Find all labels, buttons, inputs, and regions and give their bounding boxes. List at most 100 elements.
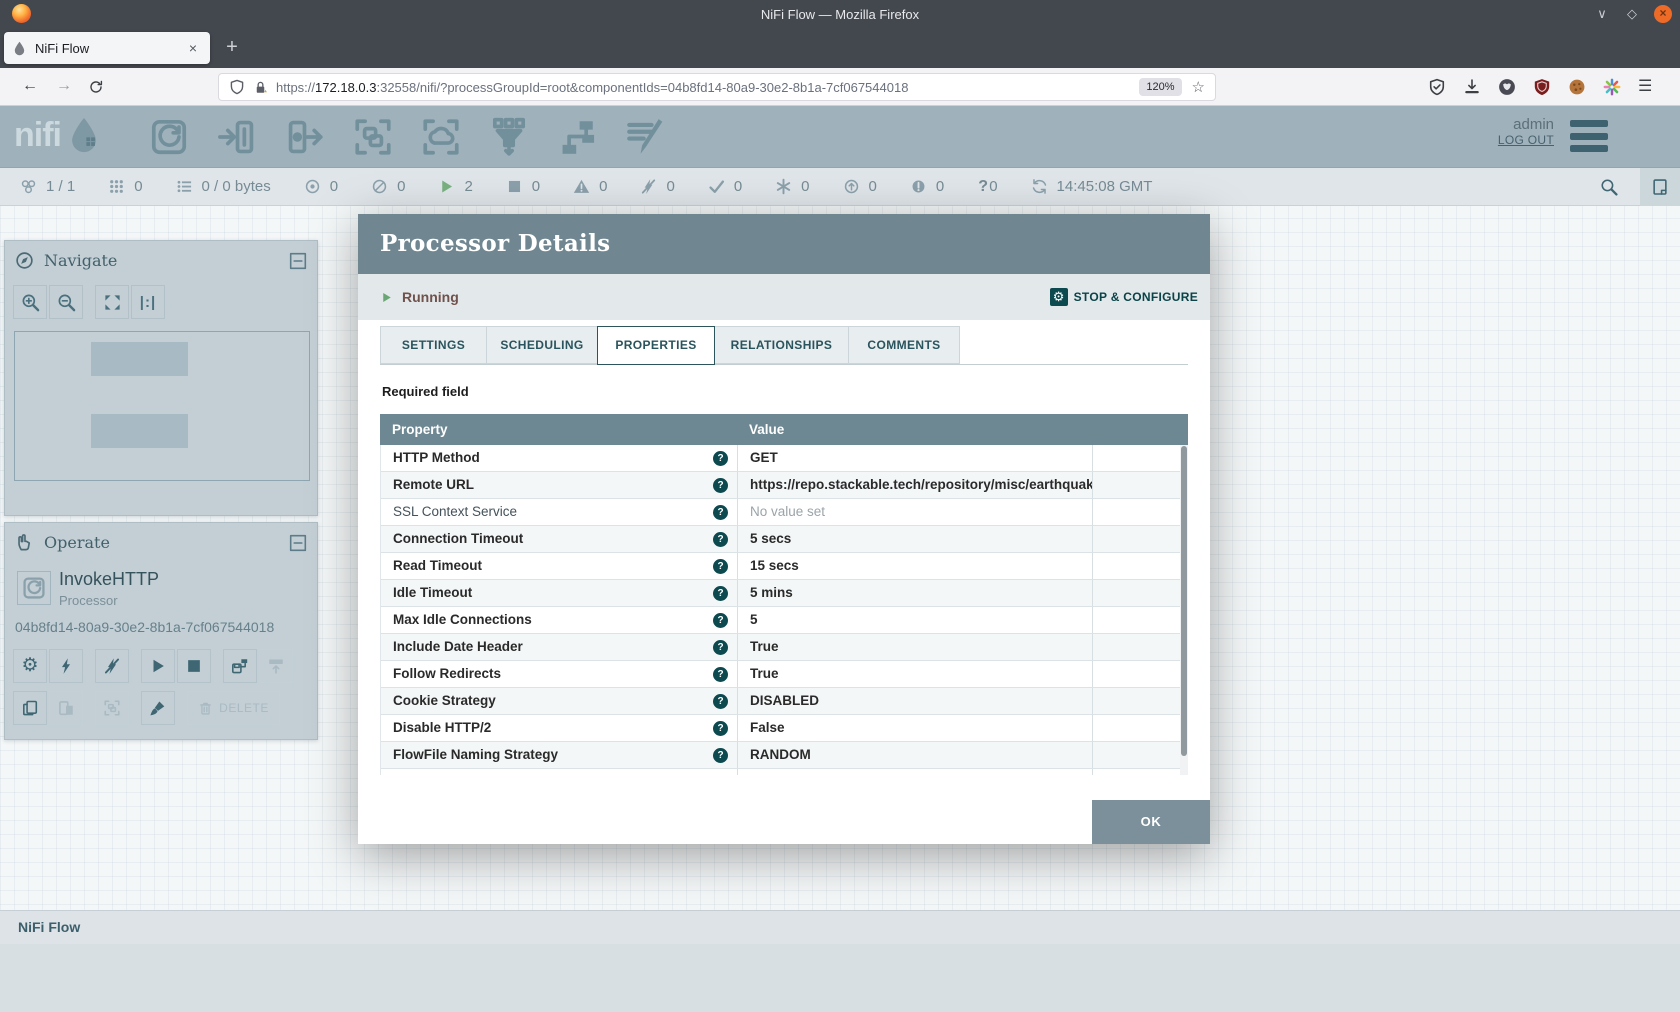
help-icon[interactable]: ? (713, 748, 728, 763)
running-icon (438, 178, 455, 195)
processor-icon[interactable] (148, 116, 190, 158)
copy-button[interactable] (13, 691, 47, 725)
help-icon[interactable]: ? (713, 532, 728, 547)
input-port-icon[interactable] (216, 116, 258, 158)
remote-process-group-icon[interactable] (420, 116, 462, 158)
status-refresh[interactable]: 14:45:08 GMT (1031, 178, 1153, 196)
back-icon[interactable]: ← (20, 77, 40, 95)
ok-button[interactable]: OK (1092, 800, 1210, 844)
scrollbar-thumb[interactable] (1181, 446, 1187, 756)
nifi-canvas[interactable]: nifi admin LOG OUT 1 / 100 / 0 bytes0020… (0, 106, 1680, 1012)
funnel-icon[interactable] (488, 116, 530, 158)
tab-close-icon[interactable]: × (184, 40, 202, 56)
property-row: Connection Timeout?5 secs (381, 526, 1188, 553)
help-icon[interactable]: ? (713, 478, 728, 493)
property-row: Request Username?No value set (381, 769, 1188, 775)
paste-icon (57, 699, 75, 717)
stale-icon (843, 178, 860, 195)
tab-scheduling[interactable]: SCHEDULING (486, 326, 598, 364)
nifi-logo-text: nifi (14, 116, 61, 155)
forward-icon[interactable]: → (54, 77, 74, 95)
browser-tab[interactable]: NiFi Flow × (4, 32, 210, 64)
panel-toggle-button[interactable] (1640, 168, 1680, 206)
table-scrollbar[interactable] (1180, 445, 1188, 775)
status-value: 1 / 1 (46, 178, 75, 195)
zoom-in-button[interactable] (13, 285, 47, 319)
zoom-out-icon (57, 293, 76, 312)
minimap-processor-rect (91, 414, 188, 448)
stop-and-configure-button[interactable]: ⚙ STOP & CONFIGURE (1050, 288, 1198, 306)
selected-component-id: 04b8fd14-80a9-30e2-8b1a-7cf067544018 (15, 619, 274, 635)
zoom-out-button[interactable] (49, 285, 83, 319)
lock-icon[interactable] (253, 80, 268, 95)
tab-comments[interactable]: COMMENTS (848, 326, 960, 364)
status-stopped: 0 (506, 178, 540, 196)
help-icon[interactable]: ? (713, 559, 728, 574)
birdseye-minimap[interactable] (14, 331, 310, 481)
url-input[interactable]: https://172.18.0.3:32558/nifi/?processGr… (218, 73, 1216, 101)
help-icon[interactable]: ? (713, 505, 728, 520)
download-icon[interactable] (1463, 78, 1481, 96)
browser-menu-icon[interactable]: ☰ (1638, 78, 1656, 96)
navigate-title: Navigate (44, 251, 289, 270)
cookie-extension-icon[interactable] (1568, 78, 1586, 96)
colorburst-extension-icon[interactable] (1603, 78, 1621, 96)
play-button[interactable] (141, 649, 175, 683)
breadcrumb[interactable]: NiFi Flow (0, 911, 80, 944)
status-invalid: 0 (573, 178, 607, 196)
zoom-level-badge[interactable]: 120% (1139, 78, 1181, 96)
minimap-processor-rect (91, 342, 188, 376)
pocket-shield-icon[interactable] (1428, 78, 1446, 96)
new-tab-button[interactable]: + (220, 36, 244, 60)
property-row: SSL Context Service?No value set (381, 499, 1188, 526)
run-state-label: Running (402, 289, 459, 305)
save-template-button[interactable] (223, 649, 257, 683)
close-window-icon[interactable]: × (1654, 5, 1672, 23)
operate-panel: Operate InvokeHTTP Processor 04b8fd14-80… (4, 522, 318, 740)
row-actions-cell (1093, 607, 1188, 633)
help-icon[interactable]: ? (713, 694, 728, 709)
collapse-operate-icon[interactable] (289, 534, 307, 552)
bolt-button[interactable] (49, 649, 83, 683)
stop-button[interactable] (177, 649, 211, 683)
row-actions-cell (1093, 661, 1188, 687)
extension-masks-icon[interactable] (1498, 78, 1516, 96)
help-icon[interactable]: ? (713, 613, 728, 628)
label-icon[interactable] (624, 116, 666, 158)
status-value: 0 (397, 178, 405, 195)
brush-button[interactable] (141, 691, 175, 725)
maximize-icon[interactable]: ◇ (1624, 6, 1640, 22)
tab-relationships[interactable]: RELATIONSHIPS (714, 326, 849, 364)
template-icon[interactable] (556, 116, 598, 158)
property-name: Idle Timeout (393, 585, 472, 600)
property-value: False (738, 715, 1093, 741)
zoom-fit-button[interactable] (95, 285, 129, 319)
process-group-icon[interactable] (352, 116, 394, 158)
property-row: Read Timeout?15 secs (381, 553, 1188, 580)
global-menu-icon[interactable] (1570, 120, 1608, 152)
status-value: 14:45:08 GMT (1057, 178, 1153, 195)
minimize-icon[interactable]: ∨ (1594, 6, 1610, 22)
help-icon[interactable]: ? (713, 640, 728, 655)
tab-settings[interactable]: SETTINGS (380, 326, 487, 364)
output-port-icon[interactable] (284, 116, 326, 158)
status-stale: 0 (843, 178, 877, 196)
reload-icon[interactable] (88, 79, 104, 95)
gear-button[interactable]: ⚙ (13, 649, 47, 683)
zoom-actual-button[interactable]: |:| (131, 285, 165, 319)
trash-delete-button: DELETE (187, 691, 280, 725)
bolt-slash-button[interactable] (95, 649, 129, 683)
help-icon[interactable]: ? (713, 721, 728, 736)
bookmark-star-icon[interactable]: ☆ (1192, 78, 1205, 96)
tab-properties[interactable]: PROPERTIES (597, 326, 715, 365)
tab-title: NiFi Flow (35, 41, 184, 56)
help-icon[interactable]: ? (713, 667, 728, 682)
shield-icon[interactable] (229, 79, 245, 95)
row-actions-cell (1093, 472, 1188, 498)
logout-link[interactable]: LOG OUT (1498, 133, 1554, 147)
collapse-navigate-icon[interactable] (289, 252, 307, 270)
help-icon[interactable]: ? (713, 451, 728, 466)
search-icon[interactable] (1600, 178, 1618, 196)
ublock-extension-icon[interactable] (1533, 78, 1551, 96)
help-icon[interactable]: ? (713, 586, 728, 601)
